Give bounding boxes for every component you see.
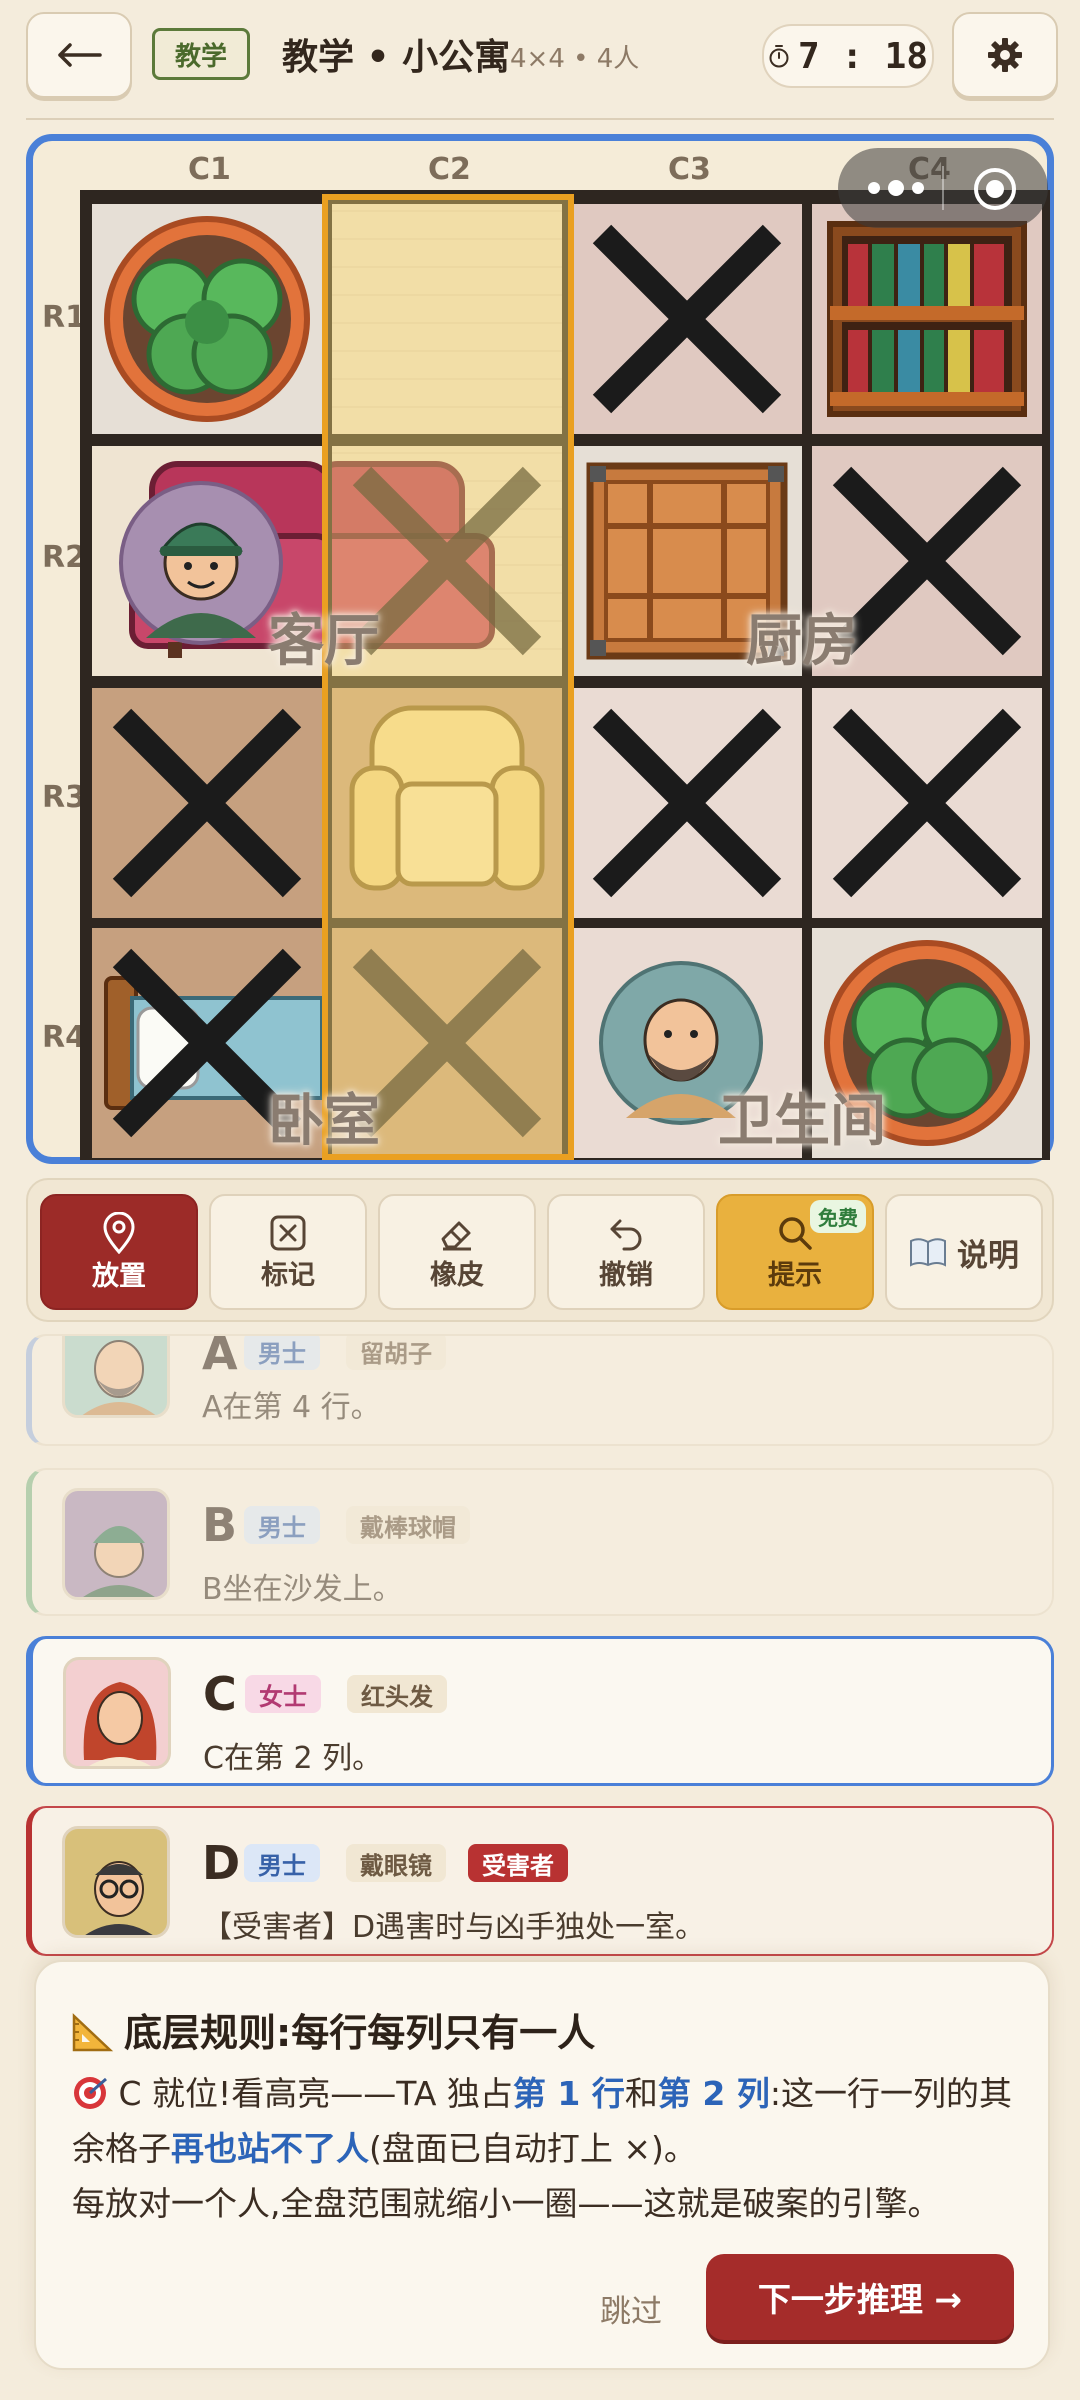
trait-chip: 红头发	[347, 1675, 447, 1713]
settings-button[interactable]	[952, 12, 1058, 98]
clue-text: B坐在沙发上。	[202, 1572, 403, 1607]
clue-card-d[interactable]: D 男士 戴眼镜 受害者 【受害者】D遇害时与凶手独处一室。	[26, 1806, 1054, 1956]
clue-letter: A	[202, 1334, 238, 1380]
clue-card-a[interactable]: A 男士 留胡子 A在第 4 行。	[26, 1334, 1054, 1446]
avatar	[62, 1488, 170, 1600]
gear-icon	[988, 38, 1022, 72]
room-label: 卫生间	[718, 1089, 886, 1154]
person-b-token[interactable]	[116, 478, 286, 648]
col-label: C3	[668, 152, 711, 187]
cell-r1c1[interactable]	[92, 204, 322, 434]
clue-card-c[interactable]: C 女士 红头发 C在第 2 列。	[26, 1636, 1054, 1786]
tool-bar: 放置 标记 橡皮 撤销 免费 提示 说明	[26, 1178, 1054, 1322]
mode-tag: 教学	[152, 28, 251, 80]
bearded-man-avatar	[82, 1340, 156, 1415]
next-step-button[interactable]: 下一步推理 →	[706, 2254, 1014, 2340]
trait-chip: 戴棒球帽	[346, 1506, 470, 1544]
trait-chip: 戴眼镜	[346, 1844, 446, 1882]
cell-r1c3[interactable]	[572, 204, 802, 434]
clue-text: C在第 2 列。	[203, 1741, 383, 1776]
cell-r3c4[interactable]	[812, 688, 1042, 918]
potted-plant-icon	[104, 216, 310, 422]
back-button[interactable]	[26, 12, 132, 98]
clue-text: 【受害者】D遇害时与凶手独处一室。	[202, 1910, 706, 1945]
room-label: 卧室	[268, 1089, 380, 1154]
x-mark-icon	[592, 708, 782, 898]
header-divider	[26, 118, 1054, 120]
gender-chip: 男士	[244, 1844, 320, 1882]
clue-letter: D	[202, 1836, 241, 1890]
clue-card-b[interactable]: B 男士 戴棒球帽 B坐在沙发上。	[26, 1468, 1054, 1616]
cell-r1c4[interactable]	[812, 204, 1042, 434]
col-label: C1	[188, 152, 231, 187]
place-button[interactable]: 放置	[40, 1194, 198, 1310]
triangle-ruler-icon	[72, 2013, 114, 2052]
room-label: 客厅	[268, 609, 380, 674]
victim-badge: 受害者	[468, 1844, 568, 1882]
tutorial-text: C 就位!看高亮——TA 独占第 1 行和第 2 列:这一行一列的其余格子再也站…	[72, 2074, 1012, 2223]
eraser-button[interactable]: 橡皮	[378, 1194, 536, 1310]
hint-button[interactable]: 免费 提示	[716, 1194, 874, 1310]
target-icon	[74, 2077, 107, 2109]
avatar	[62, 1336, 170, 1418]
cell-r3c1[interactable]	[92, 688, 322, 918]
mark-button[interactable]: 标记	[209, 1194, 367, 1310]
red-hair-woman-avatar	[83, 1682, 157, 1766]
room-label: 厨房	[746, 609, 858, 674]
x-mark-icon	[112, 708, 302, 898]
page-title: 教学 • 小公寓	[282, 37, 511, 78]
map-pin-icon	[103, 1211, 135, 1254]
free-badge: 免费	[810, 1200, 866, 1233]
arrow-left-icon	[58, 43, 102, 67]
col-label: C2	[428, 152, 471, 187]
clue-letter: B	[202, 1498, 238, 1552]
puzzle-size: 4×4 • 4人	[510, 44, 640, 74]
close-target-icon[interactable]	[972, 166, 1018, 212]
mini-program-capsule	[838, 148, 1048, 228]
stopwatch-icon	[769, 45, 789, 68]
x-mark-icon	[592, 224, 782, 414]
trait-chip: 留胡子	[346, 1336, 446, 1370]
avatar	[62, 1826, 170, 1938]
clue-text: A在第 4 行。	[202, 1390, 381, 1425]
x-box-icon	[270, 1215, 306, 1250]
tutorial-panel: 底层规则:每行每列只有一人 C 就位!看高亮——TA 独占第 1 行和第 2 列…	[34, 1960, 1050, 2370]
eraser-icon	[441, 1221, 471, 1250]
avatar	[63, 1657, 171, 1769]
undo-button[interactable]: 撤销	[547, 1194, 705, 1310]
x-mark-icon	[832, 708, 1022, 898]
timer-value: 7 : 18	[797, 35, 929, 77]
column-highlight	[322, 194, 574, 1160]
tutorial-title: 底层规则:每行每列只有一人	[70, 2002, 595, 2057]
cell-r3c3[interactable]	[572, 688, 802, 918]
undo-icon	[610, 1219, 642, 1250]
timer: 7 : 18	[762, 24, 934, 88]
glasses-man-avatar	[85, 1861, 153, 1935]
gender-chip: 男士	[244, 1506, 320, 1544]
book-icon	[910, 1238, 946, 1267]
skip-button[interactable]: 跳过	[600, 2286, 662, 2331]
bookshelf-icon	[827, 221, 1027, 417]
search-icon	[779, 1216, 812, 1250]
gender-chip: 女士	[245, 1675, 321, 1713]
gender-chip: 男士	[244, 1336, 320, 1370]
clue-letter: C	[203, 1667, 237, 1721]
cap-man-avatar	[83, 1526, 155, 1597]
more-icon[interactable]	[868, 180, 924, 196]
help-button[interactable]: 说明	[885, 1194, 1043, 1310]
